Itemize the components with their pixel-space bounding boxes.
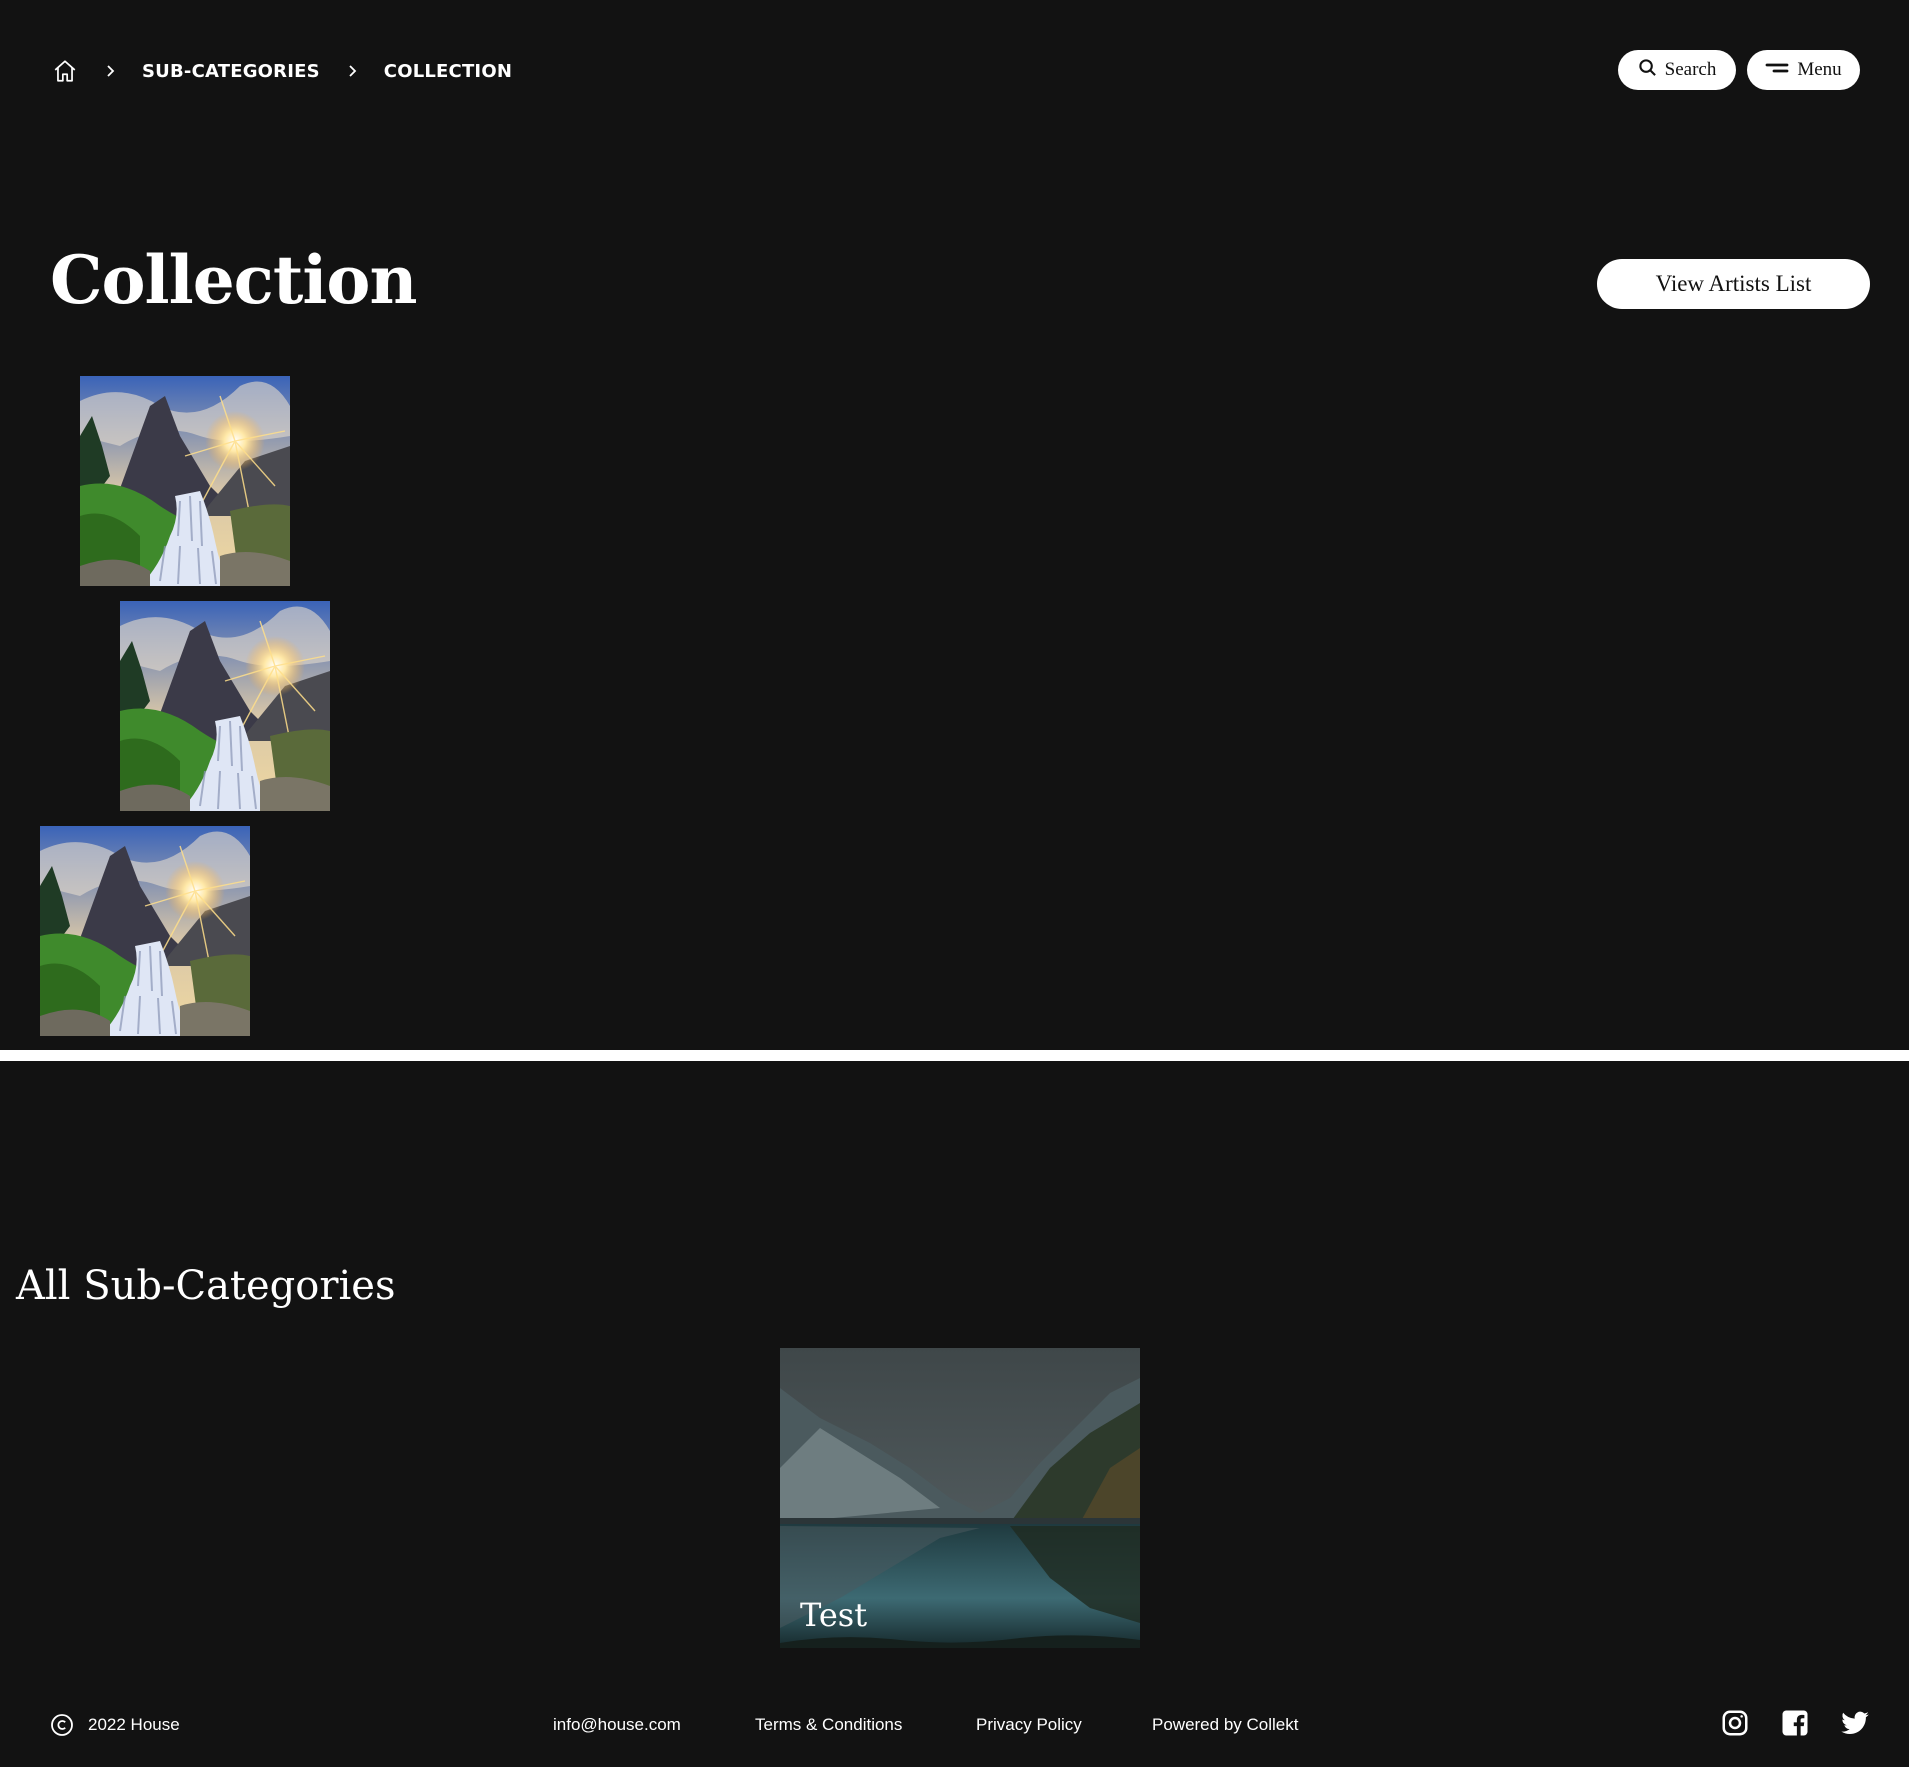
view-artists-list-button[interactable]: View Artists List [1597, 259, 1870, 309]
top-navigation: SUB-CATEGORIES COLLECTION Search Menu [0, 0, 1909, 145]
footer-privacy-link[interactable]: Privacy Policy [976, 1715, 1082, 1735]
artwork-thumbnail[interactable] [120, 601, 330, 811]
menu-label: Menu [1797, 59, 1842, 80]
search-icon [1638, 58, 1657, 83]
section-divider [0, 1050, 1909, 1061]
home-icon[interactable] [52, 58, 78, 84]
twitter-icon[interactable] [1840, 1708, 1870, 1738]
artwork-thumbnail[interactable] [40, 826, 250, 1036]
waterfall-image [40, 826, 250, 1036]
instagram-icon[interactable] [1720, 1708, 1750, 1738]
footer: 2022 House info@house.com Terms & Condit… [0, 1700, 1909, 1750]
breadcrumb-collection[interactable]: COLLECTION [384, 61, 512, 82]
subcategory-card-label: Test [800, 1596, 868, 1634]
chevron-right-icon [102, 63, 118, 79]
waterfall-image [120, 601, 330, 811]
facebook-icon[interactable] [1780, 1708, 1810, 1738]
subcategory-card[interactable]: Test [780, 1348, 1140, 1648]
subcategories-title: All Sub-Categories [16, 1263, 396, 1309]
footer-terms-link[interactable]: Terms & Conditions [755, 1715, 902, 1735]
menu-button[interactable]: Menu [1747, 50, 1860, 90]
artwork-thumbnail[interactable] [80, 376, 290, 586]
menu-icon [1765, 59, 1789, 81]
breadcrumb: SUB-CATEGORIES COLLECTION [52, 58, 512, 84]
footer-email-link[interactable]: info@house.com [553, 1715, 681, 1735]
copyright: 2022 House [50, 1713, 180, 1737]
search-button[interactable]: Search [1618, 50, 1736, 90]
copyright-icon [50, 1713, 74, 1737]
search-label: Search [1664, 59, 1717, 80]
page-title: Collection [50, 241, 417, 319]
chevron-right-icon [344, 63, 360, 79]
header-actions: Search Menu [1618, 50, 1860, 90]
waterfall-image [80, 376, 290, 586]
copyright-text: 2022 House [88, 1715, 180, 1734]
breadcrumb-sub-categories[interactable]: SUB-CATEGORIES [142, 61, 320, 82]
footer-powered-by[interactable]: Powered by Collekt [1152, 1715, 1298, 1735]
